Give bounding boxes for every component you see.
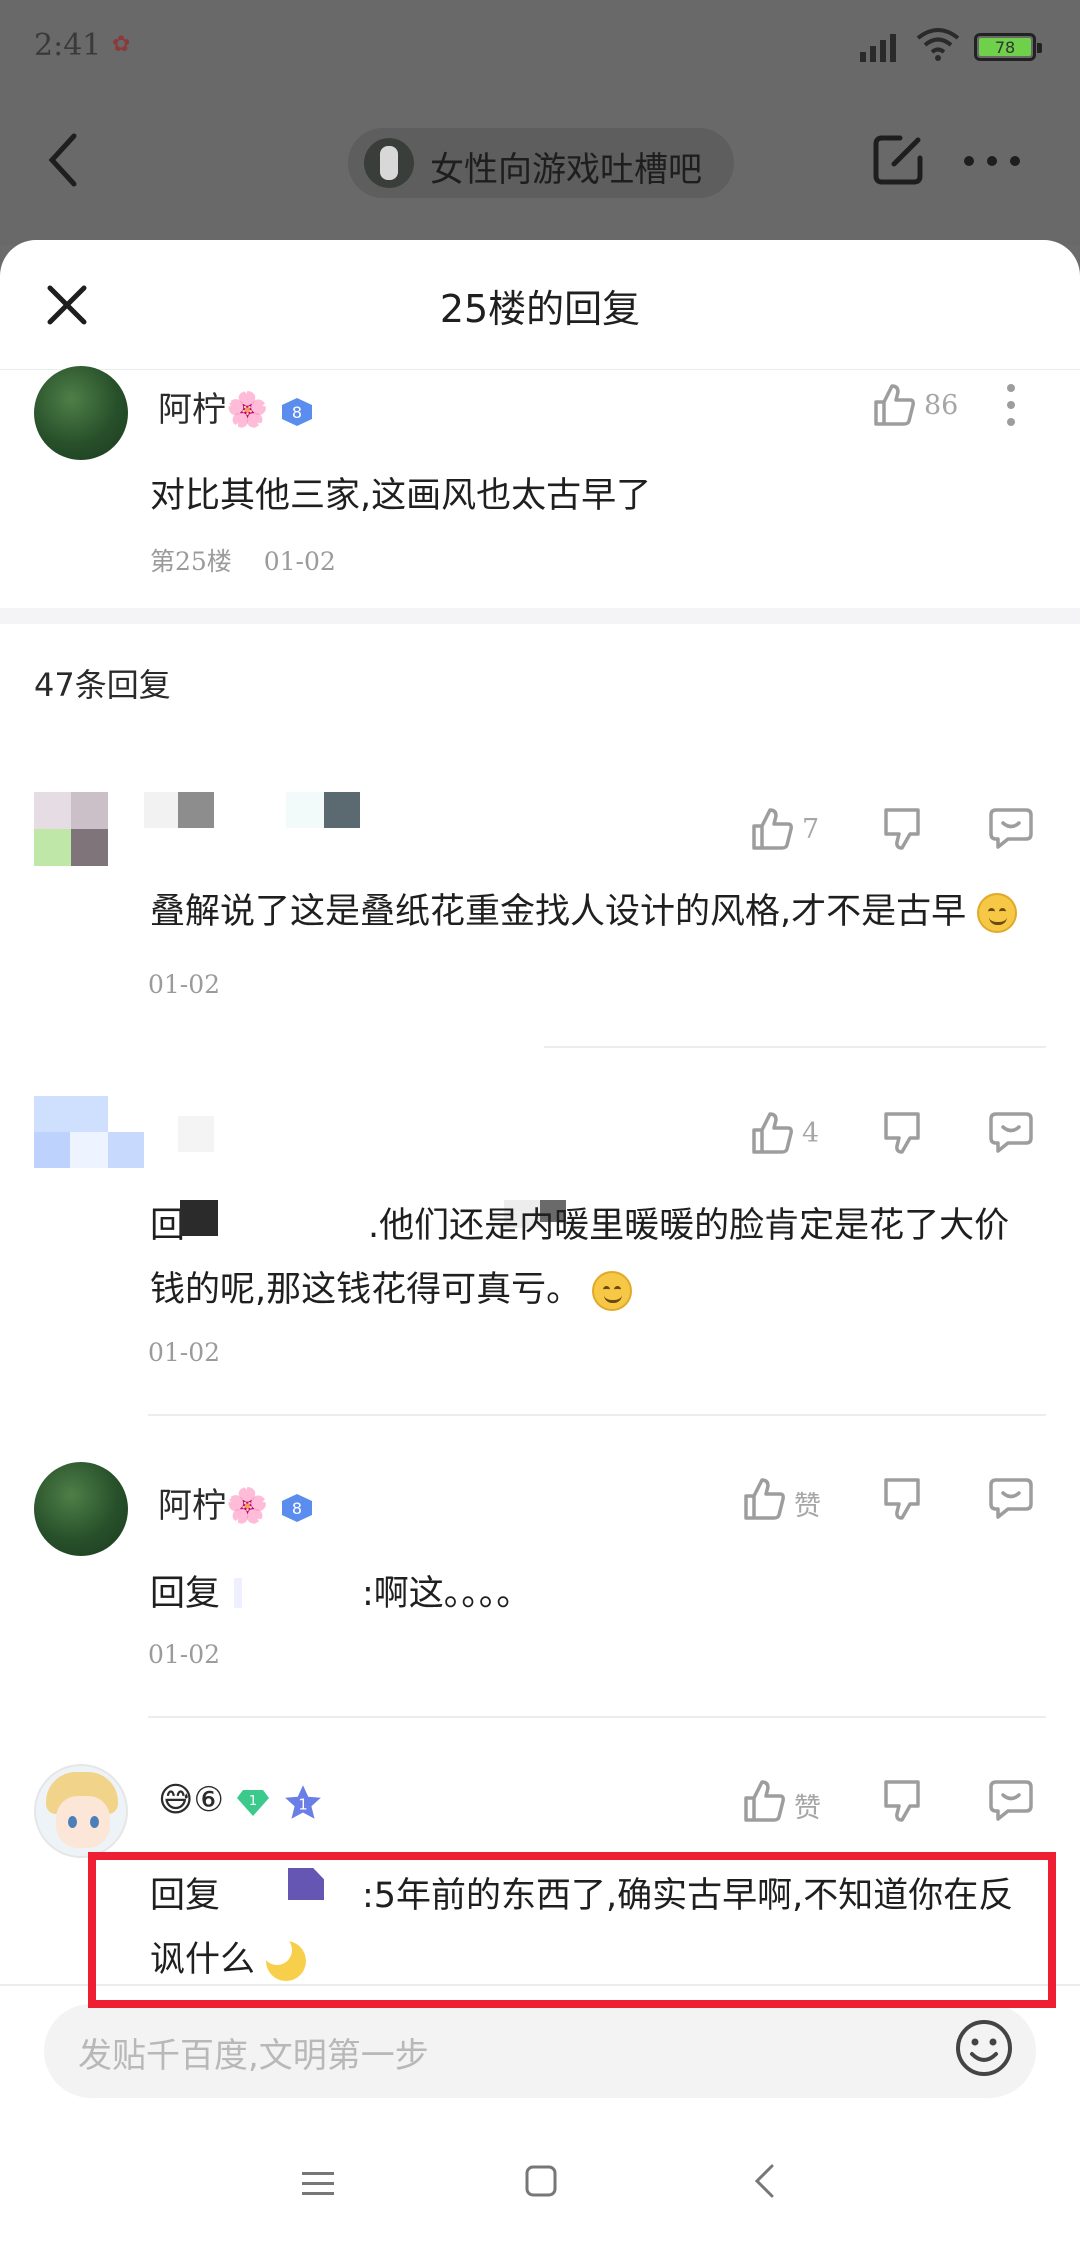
svg-text:8: 8 (292, 403, 302, 422)
back-arrow-icon[interactable] (44, 130, 84, 190)
username[interactable]: 阿柠🌸 8 (158, 1478, 315, 1527)
username[interactable]: 阿柠🌸 8 (158, 382, 315, 431)
reply-date: 01-02 (148, 1338, 221, 1367)
like-label: 赞 (794, 1793, 821, 1824)
status-bar: 2:41 ✿ 78 (0, 0, 1080, 95)
gem-badge-icon: 1 (236, 1789, 269, 1816)
system-nav-bar (0, 2120, 1080, 2248)
sheet-header: 25楼的回复 (0, 240, 1080, 370)
like-count: 86 (924, 390, 959, 421)
username[interactable]: 😅⑥ 1 1 (158, 1780, 324, 1821)
smile-emoji-icon (592, 1271, 633, 1311)
reply-sheet: 25楼的回复 阿柠🌸 8 86 对比其他三家,这画风也太古早了 第25楼 01-… (0, 240, 1080, 2128)
notification-icon: ✿ (112, 32, 131, 57)
post-meta: 第25楼 01-02 (150, 542, 336, 578)
dislike-icon[interactable] (880, 1110, 924, 1156)
reply-content: 回 .他们还是内暖里暖暖的脸肯定是花了大价 钱的呢,那这钱花得可真亏。 (150, 1194, 1050, 1322)
svg-text:8: 8 (292, 1499, 302, 1518)
svg-text:1: 1 (249, 1794, 257, 1809)
back-icon[interactable] (752, 2162, 776, 2200)
home-icon[interactable] (524, 2164, 558, 2198)
reply-content: 叠解说了这是叠纸花重金找人设计的风格,才不是古早 (150, 880, 1018, 944)
like-count: 7 (802, 814, 820, 845)
level-badge-icon: 8 (282, 1493, 313, 1522)
like-icon[interactable] (872, 382, 916, 428)
reply-date: 01-02 (148, 1640, 221, 1669)
divider (544, 1046, 1046, 1048)
more-vertical-icon[interactable] (1004, 382, 1018, 428)
floor-number: 第25楼 (150, 547, 232, 576)
comment-icon[interactable] (988, 1110, 1034, 1154)
wifi-icon (916, 28, 960, 61)
like-icon[interactable] (750, 1110, 794, 1156)
avatar[interactable] (34, 1462, 128, 1556)
like-icon[interactable] (742, 1778, 786, 1824)
highlight-box (88, 1852, 1056, 2008)
like-count: 4 (802, 1118, 820, 1149)
reply-date: 01-02 (148, 970, 221, 999)
dislike-icon[interactable] (880, 806, 924, 852)
status-time: 2:41 (34, 28, 102, 63)
comment-input[interactable]: 发贴千百度,文明第一步 (44, 2004, 1036, 2098)
recent-apps-icon[interactable] (300, 2168, 336, 2198)
reply-content: 回复 :啊这。。。。 (150, 1574, 532, 1614)
mention-mosaic (180, 1200, 218, 1236)
signal-icon (860, 34, 896, 62)
like-icon[interactable] (750, 806, 794, 852)
input-placeholder: 发贴千百度,文明第一步 (78, 2036, 429, 2076)
comment-icon[interactable] (988, 1778, 1034, 1822)
section-separator (0, 608, 1080, 624)
avatar[interactable] (34, 1764, 128, 1858)
post-date: 01-02 (263, 547, 336, 576)
mention-mosaic (234, 1578, 242, 1608)
comment-icon[interactable] (988, 806, 1034, 850)
rank-star-icon: 1 (284, 1784, 321, 1819)
forum-avatar (364, 138, 414, 188)
username[interactable] (178, 1116, 218, 1152)
more-icon[interactable] (962, 154, 1022, 168)
divider (148, 1414, 1046, 1416)
like-label: 赞 (794, 1491, 821, 1522)
username[interactable] (144, 792, 360, 828)
level-badge-icon: 8 (282, 397, 313, 426)
dislike-icon[interactable] (880, 1778, 924, 1824)
svg-text:1: 1 (298, 1796, 307, 1813)
avatar[interactable] (34, 1096, 144, 1206)
sheet-title: 25楼的回复 (439, 287, 641, 331)
edit-icon[interactable] (870, 132, 926, 188)
forum-pill[interactable]: 女性向游戏吐槽吧 (348, 128, 734, 198)
battery-level: 78 (979, 38, 1031, 57)
battery-icon: 78 (974, 33, 1042, 61)
reply-count: 47条回复 (34, 666, 171, 704)
divider (148, 1716, 1046, 1718)
dislike-icon[interactable] (880, 1476, 924, 1522)
emoji-icon[interactable] (954, 2018, 1014, 2078)
post-content: 对比其他三家,这画风也太古早了 (150, 476, 652, 516)
avatar[interactable] (34, 792, 108, 866)
comment-icon[interactable] (988, 1476, 1034, 1520)
like-icon[interactable] (742, 1476, 786, 1522)
smile-emoji-icon (977, 893, 1018, 933)
avatar[interactable] (34, 366, 128, 460)
forum-name: 女性向游戏吐槽吧 (430, 150, 702, 190)
